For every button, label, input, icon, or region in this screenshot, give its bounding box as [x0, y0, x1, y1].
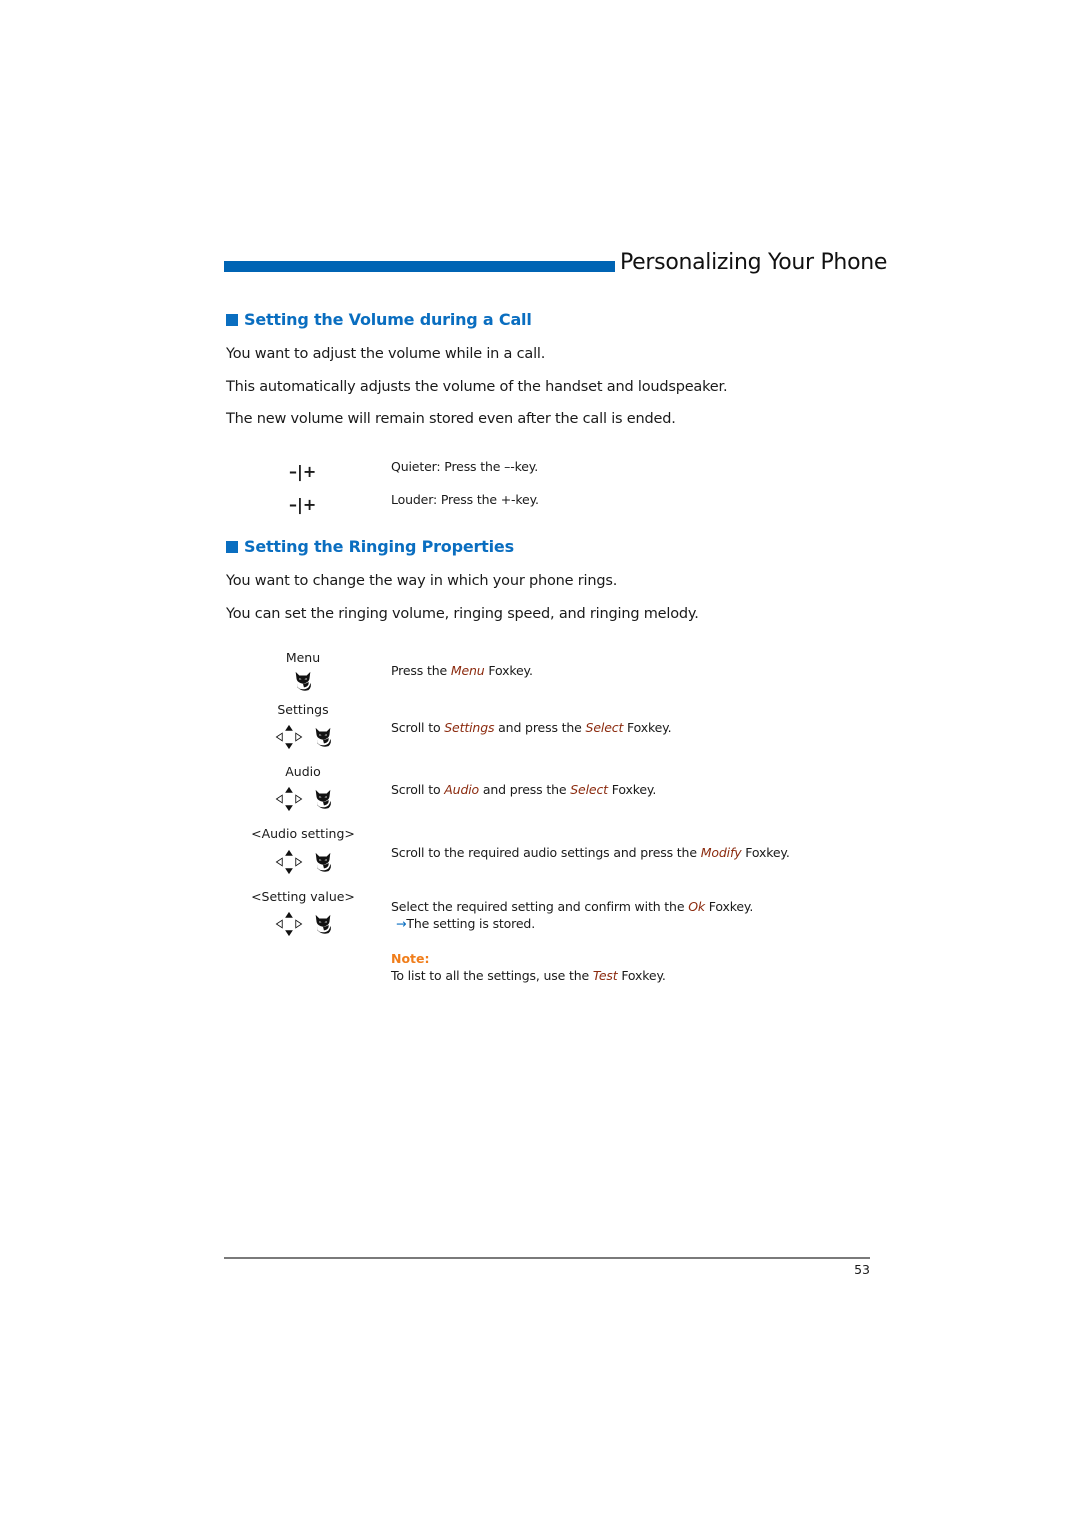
section-heading-text: Setting the Volume during a Call [244, 310, 532, 329]
note-label: Note: [391, 951, 430, 966]
header-accent-bar [224, 261, 615, 272]
step-text: Louder: Press the +-key. [391, 492, 539, 507]
paragraph: You want to adjust the volume while in a… [226, 346, 546, 362]
step-text: Scroll to Settings and press the Select … [391, 720, 672, 735]
step-text: Scroll to Audio and press the Select Fox… [391, 782, 657, 797]
result-arrow-icon: → [396, 916, 407, 931]
minus-plus-key-icon: –|+ [289, 462, 317, 481]
navigation-key-icon [276, 849, 302, 875]
note-text: To list to all the settings, use the Tes… [391, 968, 666, 983]
step-result: →The setting is stored. [396, 916, 536, 931]
step-label: <Audio setting> [251, 826, 355, 841]
foxkey-icon [295, 671, 311, 691]
navigation-key-icon [276, 786, 302, 812]
step-text: Quieter: Press the –-key. [391, 459, 539, 474]
foxkey-icon [315, 852, 331, 872]
foxkey-icon [315, 727, 331, 747]
chapter-title: Personalizing Your Phone [620, 250, 888, 275]
paragraph: The new volume will remain stored even a… [226, 411, 676, 427]
paragraph: You want to change the way in which your… [226, 573, 618, 589]
section-heading-text: Setting the Ringing Properties [244, 537, 514, 556]
step-label: Settings [277, 702, 329, 717]
paragraph: You can set the ringing volume, ringing … [226, 606, 699, 622]
paragraph: This automatically adjusts the volume of… [226, 379, 728, 395]
heading-square-icon [226, 541, 238, 553]
foxkey-icon [315, 914, 331, 934]
step-text: Press the Menu Foxkey. [391, 663, 533, 678]
step-label: <Setting value> [251, 889, 355, 904]
section-heading-volume: Setting the Volume during a Call [226, 310, 532, 329]
heading-square-icon [226, 314, 238, 326]
section-heading-ringing: Setting the Ringing Properties [226, 537, 514, 556]
step-text: Select the required setting and confirm … [391, 899, 754, 914]
navigation-key-icon [276, 911, 302, 937]
step-label: Menu [285, 650, 321, 665]
page-number: 53 [854, 1262, 870, 1277]
minus-plus-key-icon: –|+ [289, 495, 317, 514]
step-text: Scroll to the required audio settings an… [391, 845, 790, 860]
step-label: Audio [285, 764, 321, 779]
footer-divider [224, 1257, 870, 1259]
navigation-key-icon [276, 724, 302, 750]
foxkey-icon [315, 789, 331, 809]
